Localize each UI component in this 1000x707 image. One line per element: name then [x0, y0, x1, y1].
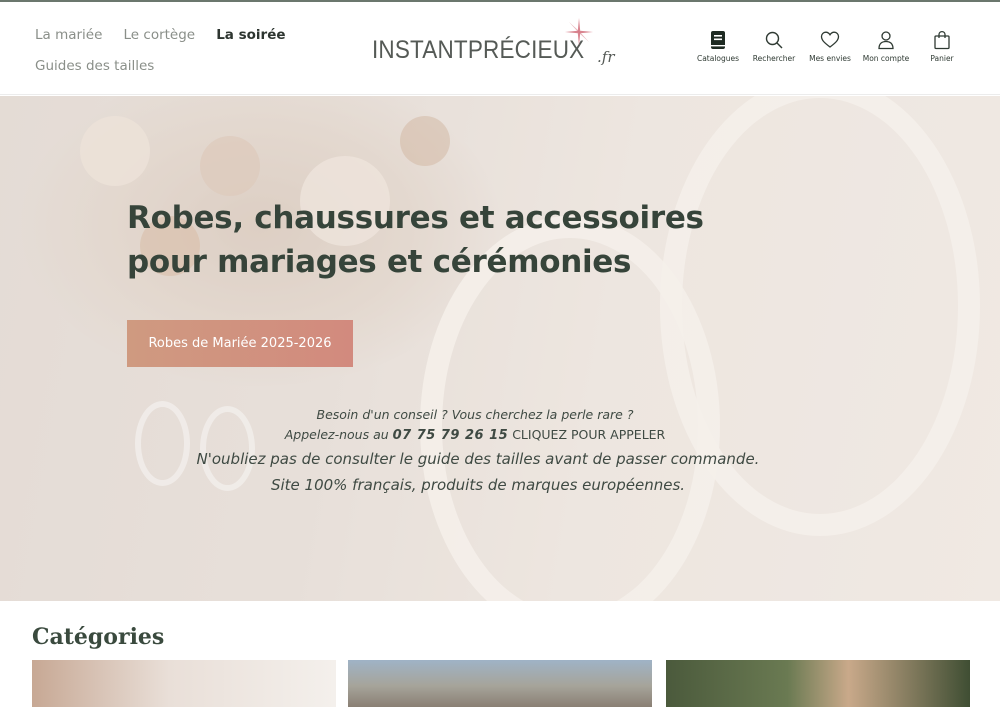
search-label: Rechercher [752, 54, 796, 63]
categories-title: Catégories [32, 624, 165, 650]
category-card[interactable] [348, 660, 652, 707]
catalogues-link[interactable]: Catalogues [690, 30, 746, 63]
wishlist-label: Mes envies [809, 54, 851, 63]
phone-link[interactable]: 07 75 79 26 15 [393, 428, 509, 443]
nav-la-mariee[interactable]: La mariée [35, 25, 102, 45]
sparkle-icon [565, 18, 593, 46]
catalogues-label: Catalogues [696, 54, 740, 63]
account-link[interactable]: Mon compte [858, 30, 914, 63]
site-header: La mariée Le cortège La soirée Guides de… [0, 2, 1000, 95]
advice-text: Besoin d'un conseil ? Vous cherchez la p… [316, 407, 634, 422]
hero-info: Besoin d'un conseil ? Vous cherchez la p… [197, 405, 760, 498]
hero-title: Robes, chaussures et accessoires pour ma… [127, 200, 704, 280]
wishlist-link[interactable]: Mes envies [802, 30, 858, 63]
header-icons: Catalogues Rechercher Mes envies Mon com… [690, 30, 970, 63]
logo-text: INSTANTPRÉCIEUX [372, 36, 585, 64]
main-nav: La mariée Le cortège La soirée Guides de… [35, 24, 365, 76]
wedding-dresses-button[interactable]: Robes de Mariée 2025-2026 [127, 320, 353, 367]
call-line: Appelez-nous au 07 75 79 26 15 CLIQUEZ P… [200, 425, 750, 446]
size-guide-notice: N'oubliez pas de consulter le guide des … [196, 450, 760, 468]
category-card[interactable] [32, 660, 336, 707]
french-site-notice: Site 100% français, produits de marques … [270, 476, 686, 494]
nav-la-soiree[interactable]: La soirée [216, 25, 285, 45]
search-icon [765, 31, 783, 49]
site-logo[interactable]: INSTANTPRÉCIEUX .fr [372, 18, 632, 74]
hero-banner: Robes, chaussures et accessoires pour ma… [0, 96, 1000, 601]
cart-label: Panier [930, 54, 954, 63]
heart-icon [820, 31, 840, 48]
catalog-icon [711, 31, 725, 49]
category-cards [32, 660, 972, 707]
call-prefix: Appelez-nous au [284, 427, 389, 442]
logo-suffix: .fr [597, 48, 615, 66]
call-cta-link[interactable]: CLIQUEZ POUR APPELER [512, 427, 665, 442]
category-card[interactable] [666, 660, 970, 707]
nav-le-cortege[interactable]: Le cortège [124, 25, 196, 45]
user-icon [878, 31, 894, 50]
account-label: Mon compte [862, 54, 910, 63]
search-button[interactable]: Rechercher [746, 30, 802, 63]
cart-link[interactable]: Panier [914, 30, 970, 63]
bag-icon [934, 30, 950, 50]
nav-guides-des-tailles[interactable]: Guides des tailles [35, 56, 154, 76]
